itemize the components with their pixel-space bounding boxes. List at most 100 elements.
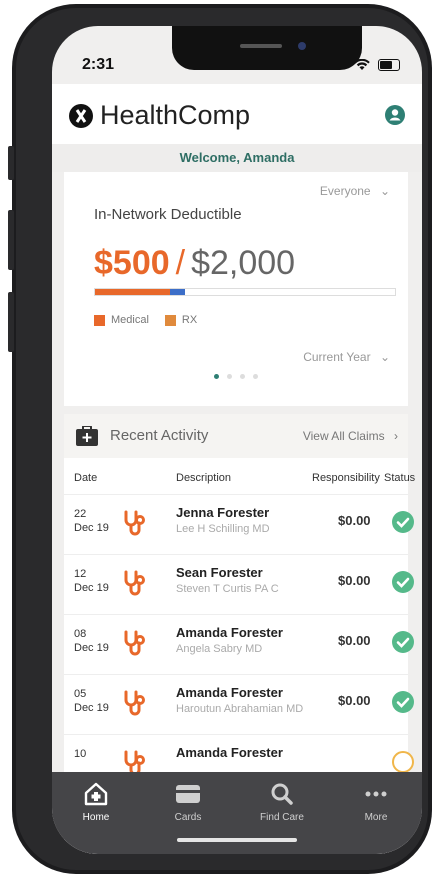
tab-find-care-label: Find Care: [260, 812, 304, 823]
chevron-down-icon: ⌄: [379, 350, 390, 364]
logo-icon: [69, 103, 93, 128]
status-icons: [354, 56, 400, 72]
column-date: Date: [74, 472, 98, 484]
volume-down-button: [8, 292, 14, 352]
notch: [172, 26, 362, 70]
rx-progress-fill: [170, 289, 185, 295]
column-status: Status: [384, 472, 416, 484]
status-time: 2:31: [82, 56, 115, 73]
chevron-right-icon: ›: [394, 429, 398, 443]
app-name: HealthComp: [100, 100, 251, 130]
card-icon: [176, 785, 200, 803]
claim-day: 08: [74, 628, 87, 640]
medical-swatch: [94, 314, 105, 326]
claim-date: 08 Dec 19: [74, 627, 114, 655]
search-icon: [271, 783, 293, 805]
carousel-dot[interactable]: [227, 374, 232, 379]
claim-row[interactable]: 22 Dec 19 Jenna Forester Lee H Schilling …: [64, 494, 414, 555]
battery-icon: [378, 59, 400, 72]
deductible-legend: Medical RX: [94, 314, 197, 326]
home-icon: [84, 782, 108, 806]
tab-cards[interactable]: Cards: [148, 782, 228, 823]
provider-name: Steven T Curtis PA C: [176, 583, 279, 595]
volume-up-button: [8, 210, 14, 270]
view-all-claims-link[interactable]: View All Claims ›: [303, 429, 398, 443]
tab-cards-label: Cards: [174, 812, 202, 823]
view-all-claims-label: View All Claims: [302, 429, 385, 443]
screen: 2:31 HealthComp Welcome, Amanda Everyone…: [52, 26, 422, 854]
mute-switch: [8, 146, 14, 180]
recent-activity-header: Recent Activity View All Claims ›: [64, 414, 408, 458]
responsibility-amount: $0.00: [338, 693, 371, 708]
claim-row[interactable]: 05 Dec 19 Amanda Forester Haroutun Abraha…: [64, 674, 414, 735]
claim-month: Dec 19: [74, 642, 109, 654]
carousel-dot[interactable]: [253, 374, 258, 379]
tab-home-label: Home: [82, 812, 110, 823]
checkmark-icon: [392, 691, 414, 713]
deductible-amount: $500/$2,000: [94, 244, 295, 283]
app-logo: HealthComp: [68, 100, 250, 131]
claim-date: 22 Dec 19: [74, 507, 114, 535]
responsibility-amount: $0.00: [338, 633, 371, 648]
claim-month: Dec 19: [74, 702, 109, 714]
home-indicator[interactable]: [177, 838, 297, 842]
claim-day: 05: [74, 688, 87, 700]
period-label: Current Year: [303, 350, 371, 364]
speaker: [240, 44, 282, 48]
deductible-separator: /: [175, 244, 186, 282]
checkmark-icon: [392, 511, 414, 533]
checkmark-icon: [392, 631, 414, 653]
legend-rx: RX: [181, 314, 198, 326]
claim-date: 12 Dec 19: [74, 567, 114, 595]
patient-name: Amanda Forester: [176, 625, 283, 640]
stethoscope-icon: [124, 510, 145, 536]
tab-more[interactable]: More: [336, 782, 416, 823]
patient-name: Jenna Forester: [176, 505, 270, 520]
carousel-dot[interactable]: [214, 374, 219, 379]
claim-date: 10: [74, 747, 114, 761]
claim-row[interactable]: 12 Dec 19 Sean Forester Steven T Curtis P…: [64, 554, 414, 615]
responsibility-amount: $0.00: [338, 513, 371, 528]
deductible-card[interactable]: Everyone ⌄ In-Network Deductible $500/$2…: [64, 172, 408, 406]
legend-medical: Medical: [111, 314, 149, 326]
column-responsibility: Responsibility: [312, 472, 380, 484]
carousel-dot[interactable]: [240, 374, 245, 379]
patient-name: Sean Forester: [176, 565, 263, 580]
patient-name: Amanda Forester: [176, 685, 283, 700]
recent-activity-title: Recent Activity: [110, 427, 209, 444]
rx-swatch: [164, 314, 176, 326]
claim-day: 10: [74, 748, 87, 760]
checkmark-icon: [392, 571, 414, 593]
app-header: HealthComp: [52, 84, 422, 144]
wifi-icon: [354, 56, 374, 72]
chevron-down-icon: ⌄: [379, 184, 390, 198]
more-icon: [365, 791, 387, 797]
deductible-progress-bar: [94, 288, 396, 296]
claim-date: 05 Dec 19: [74, 687, 114, 715]
column-description: Description: [176, 472, 232, 484]
patient-name: Amanda Forester: [176, 745, 283, 760]
tab-home[interactable]: Home: [56, 782, 136, 823]
medical-kit-icon: [76, 426, 98, 446]
member-filter-dropdown[interactable]: Everyone ⌄: [320, 184, 390, 198]
provider-name: Haroutun Abrahamian MD: [176, 703, 304, 715]
provider-name: Angela Sabry MD: [176, 643, 263, 655]
tab-find-care[interactable]: Find Care: [242, 782, 322, 823]
stethoscope-icon: [124, 570, 145, 596]
phone-frame: 2:31 HealthComp Welcome, Amanda Everyone…: [8, 4, 432, 874]
stethoscope-icon: [124, 690, 145, 716]
period-dropdown[interactable]: Current Year ⌄: [303, 350, 390, 364]
claim-month: Dec 19: [74, 522, 109, 534]
provider-name: Lee H Schilling MD: [176, 523, 270, 535]
welcome-banner: Welcome, Amanda: [52, 144, 422, 172]
carousel-dots[interactable]: [214, 374, 266, 379]
claim-row[interactable]: 08 Dec 19 Amanda Forester Angela Sabry MD…: [64, 614, 414, 675]
responsibility-amount: $0.00: [338, 573, 371, 588]
bottom-tab-bar: Home Cards Find Care More: [52, 772, 422, 854]
member-filter-label: Everyone: [319, 184, 371, 198]
profile-icon[interactable]: [384, 104, 406, 126]
stethoscope-icon: [124, 630, 145, 656]
claim-day: 12: [74, 568, 87, 580]
camera: [298, 42, 306, 50]
tab-more-label: More: [364, 812, 388, 823]
